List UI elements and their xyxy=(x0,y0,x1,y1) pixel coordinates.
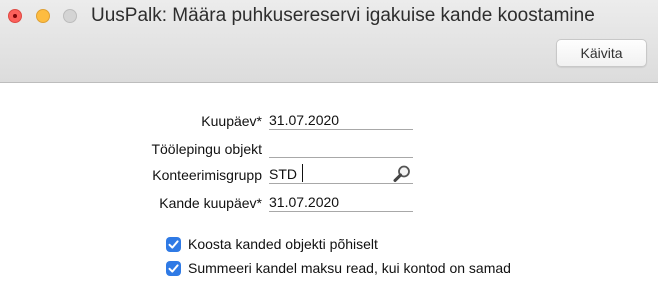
summarize-label[interactable]: Summeeri kandel maksu read, kui kontod o… xyxy=(188,260,511,276)
minimize-window-button[interactable] xyxy=(36,9,50,23)
zoom-window-button[interactable] xyxy=(63,9,77,23)
checkmark-icon xyxy=(168,240,179,249)
close-window-button[interactable] xyxy=(8,9,22,23)
title-bar: UusPalk: Määra puhkusereservi igakuise k… xyxy=(0,0,658,83)
by-object-checkbox[interactable] xyxy=(166,237,181,252)
date-field[interactable] xyxy=(269,110,413,130)
window-title: UusPalk: Määra puhkusereservi igakuise k… xyxy=(91,5,595,26)
by-object-label[interactable]: Koosta kanded objekti põhiselt xyxy=(188,236,378,252)
text-caret xyxy=(302,164,303,182)
entry-date-field[interactable] xyxy=(269,192,413,212)
contract-object-label: Töölepingu objekt xyxy=(151,141,262,157)
entry-date-label: Kande kuupäev* xyxy=(159,195,262,211)
contract-object-field[interactable] xyxy=(269,138,413,158)
summarize-checkbox[interactable] xyxy=(166,261,181,276)
date-label: Kuupäev* xyxy=(201,113,262,129)
checkmark-icon xyxy=(168,264,179,273)
account-group-label: Konteerimisgrupp xyxy=(152,167,262,183)
run-button[interactable]: Käivita xyxy=(556,39,647,67)
magnifier-icon[interactable] xyxy=(392,164,412,184)
